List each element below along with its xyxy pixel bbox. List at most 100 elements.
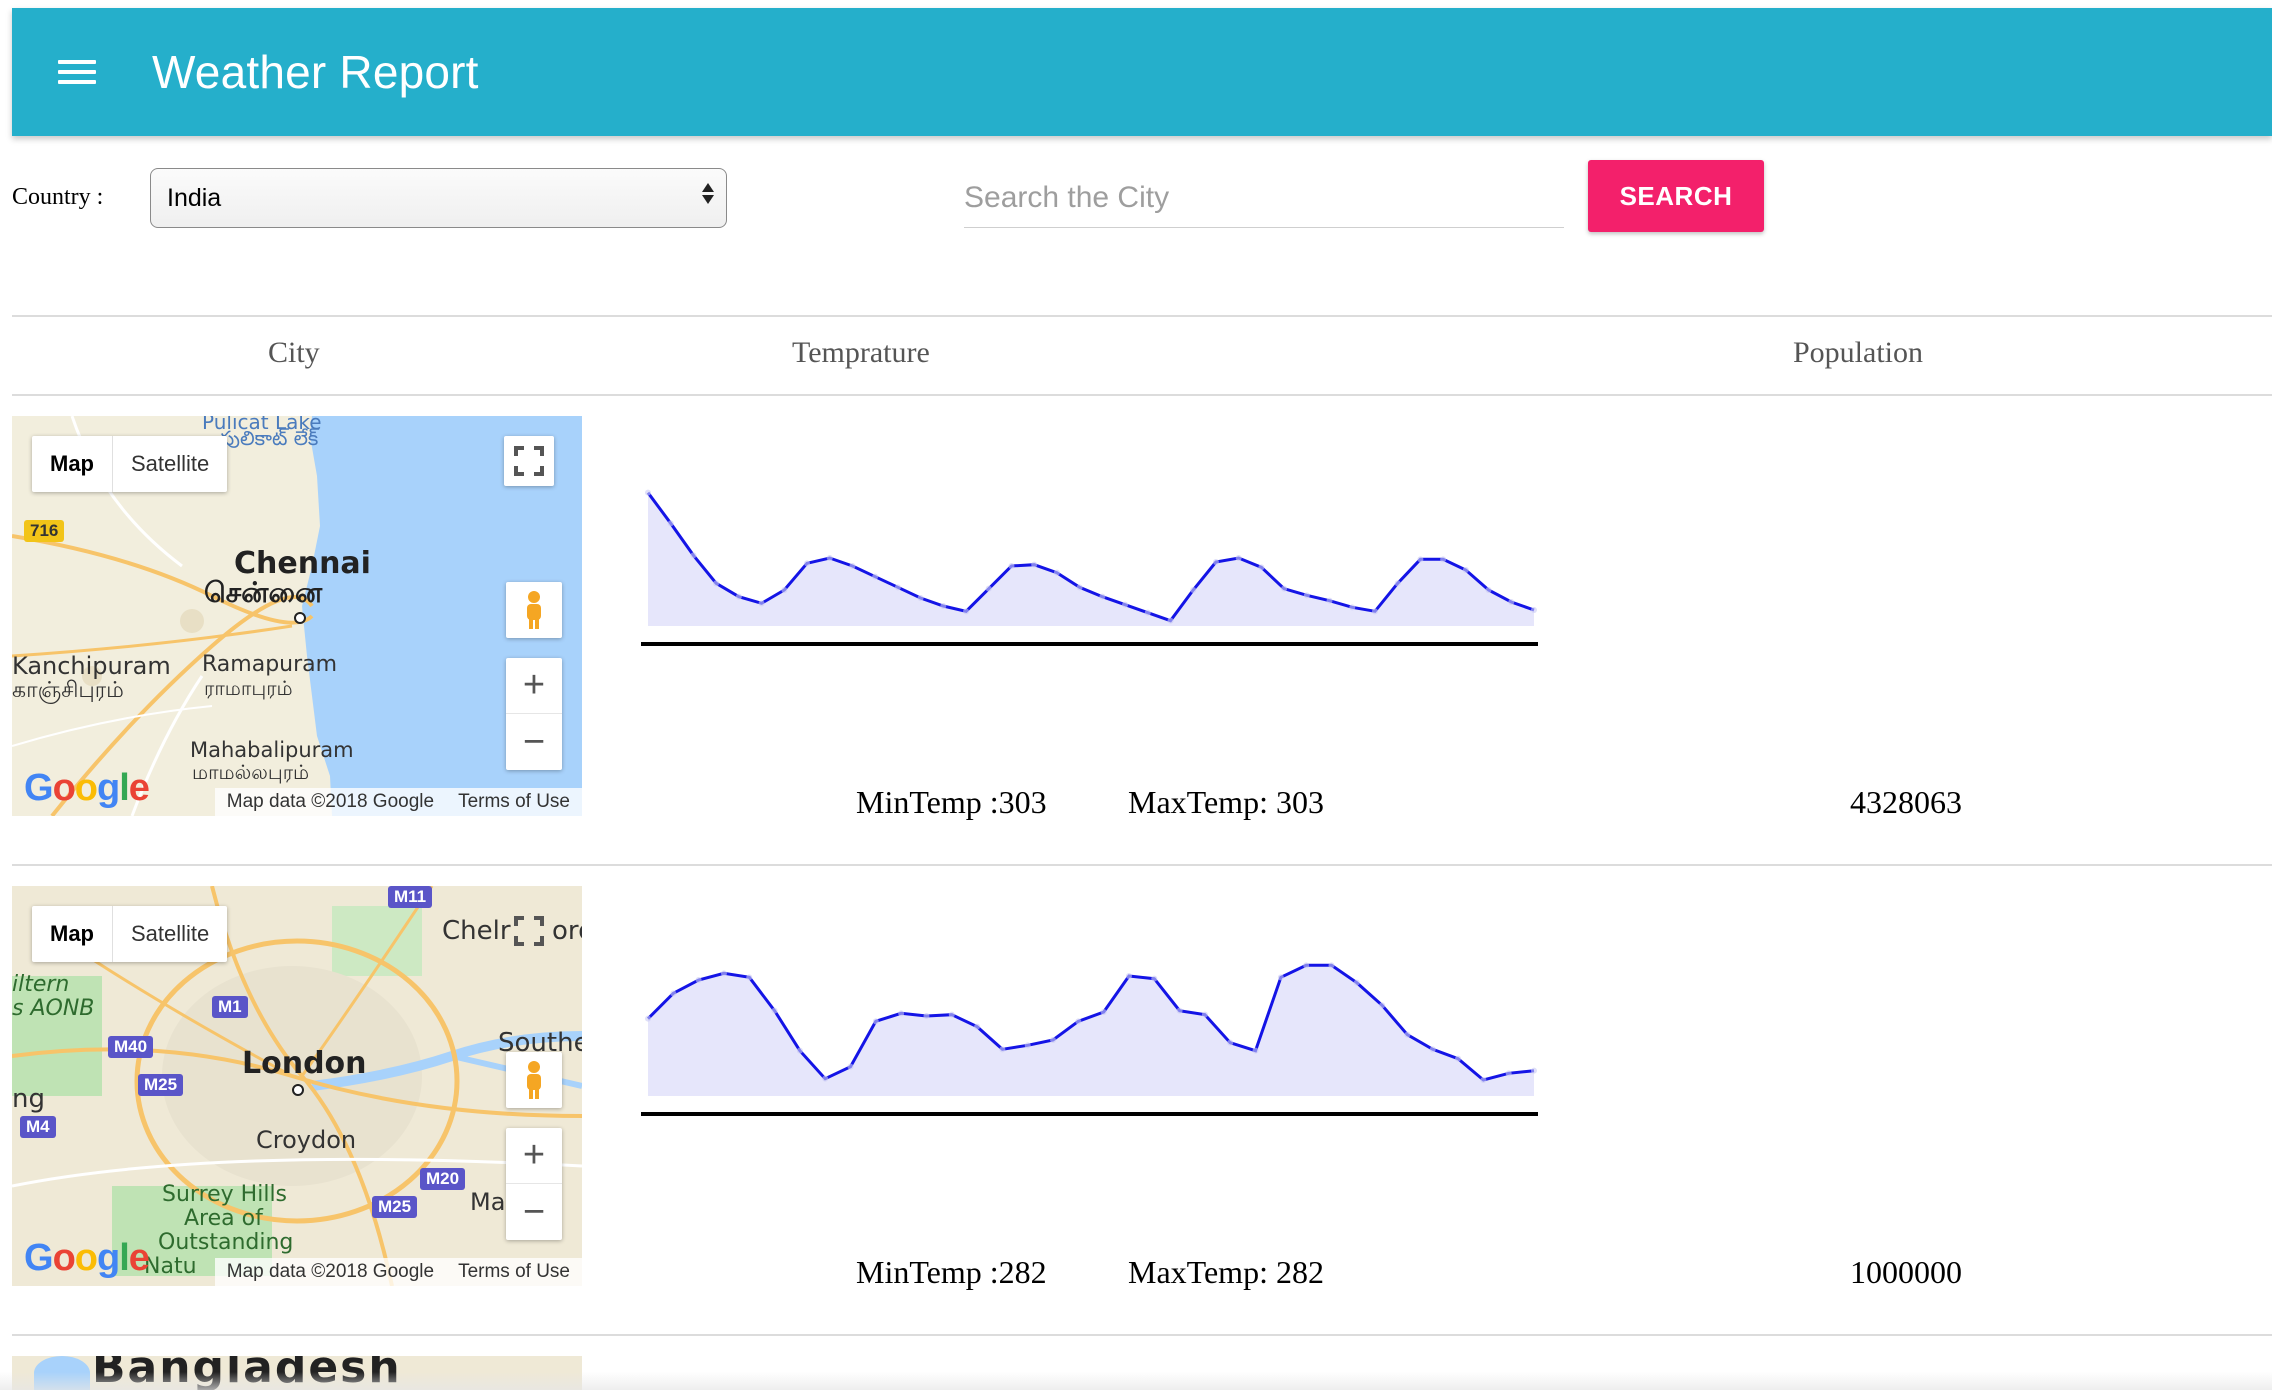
map-type-toggle[interactable]: Map Satellite [32,906,228,962]
chart-point [822,1075,829,1082]
map-label: London [242,1046,367,1081]
menu-icon[interactable] [58,54,102,90]
table-header-divider [12,394,2272,396]
zoom-controls: + − [506,1128,562,1240]
chart-point [847,1063,854,1070]
chart-point [1455,1055,1462,1062]
min-temp: MinTemp :303 [856,784,1047,820]
terms-link[interactable]: Terms of Use [446,791,582,813]
chart-point [963,608,970,615]
chart-point [1258,564,1265,571]
map-label: Kanchipuram [12,652,171,680]
road-badge: M11 [388,886,433,908]
satellite-tab[interactable]: Satellite [113,906,227,962]
zoom-controls: + − [506,658,562,770]
chart-point [1353,979,1360,986]
chart-point [1417,556,1424,563]
map-label: Area of [184,1206,263,1231]
map-label: Mahabalipuram [190,738,354,762]
chart-area [648,965,1534,1096]
map-label: Chelr [442,916,511,946]
road-badge: 716 [24,520,65,542]
app-bar: Weather Report [12,8,2272,136]
chart-point [746,974,753,981]
chart-point [1167,617,1174,624]
chart-point [1379,1002,1386,1009]
map-label: Natu [144,1254,197,1279]
chart-point [1125,973,1132,979]
road-badge: M25 [138,1074,184,1096]
fullscreen-icon[interactable] [504,906,554,956]
map-label: மாமல்லபுரம் [192,760,310,784]
search-button[interactable]: SEARCH [1588,160,1764,232]
row-divider [12,1334,2272,1336]
city-map[interactable]: Chelr ord iltern s AONB London Southe ng… [12,886,582,1286]
country-select[interactable]: India [150,168,727,228]
chart-point [917,595,924,601]
chart-point [1480,1077,1487,1083]
chart-point [713,580,720,587]
zoom-in-icon[interactable]: + [506,658,562,714]
map-label: ord [552,916,582,946]
satellite-tab[interactable]: Satellite [113,436,227,492]
zoom-out-icon[interactable]: − [506,714,562,770]
map-attribution: Map data ©2018 Google [226,791,435,812]
chart-point [781,587,788,593]
chart-point [872,573,879,580]
app-title: Weather Report [152,46,479,98]
chart-point [894,584,901,591]
chart-point [1176,1007,1183,1014]
chart-point [1053,569,1060,576]
country-select-value: India [167,183,222,212]
chart-point [1485,587,1492,593]
chart-point [735,593,742,600]
chart-point [1122,601,1129,608]
select-arrows-icon [702,183,714,204]
pegman-icon[interactable] [506,1052,562,1108]
chart-area [648,492,1534,626]
chart-point [1508,599,1515,605]
map-tab[interactable]: Map [32,436,113,492]
map-tab[interactable]: Map [32,906,113,962]
chart-point [1281,585,1288,592]
chart-point [1440,556,1447,563]
map-label: ராமாபுரம் [204,676,293,700]
chart-point [898,1010,905,1017]
terms-link[interactable]: Terms of Use [446,1261,582,1283]
chart-point [1303,592,1310,599]
table-top-divider [12,315,2272,317]
pegman-icon[interactable] [506,582,562,638]
chart-point [1531,1067,1537,1074]
city-marker [294,612,306,624]
map-label: ng [12,1084,45,1114]
population-value: 1000000 [1850,1254,1962,1290]
chart-point [1144,609,1151,616]
chart-point [1024,1042,1031,1049]
chart-point [1076,584,1083,591]
chart-point [1303,962,1310,969]
chart-point [999,1046,1006,1053]
map-label: Ma [470,1188,506,1216]
chart-point [1394,580,1401,587]
city-map[interactable]: Pulicat Lake పులికాట్ లేక్ Chennai சென்ன… [12,416,582,816]
chart-point [1227,1039,1234,1046]
chart-point [1201,1011,1208,1018]
chart-point [1462,567,1469,573]
fullscreen-icon[interactable] [504,436,554,486]
chart-point [1404,1031,1411,1038]
chart-point [720,970,727,977]
chart-point [1100,1009,1107,1015]
chart-point [923,1013,930,1019]
chart-point [1075,1018,1082,1025]
chart-point [695,977,702,983]
zoom-in-icon[interactable]: + [506,1128,562,1184]
map-type-toggle[interactable]: Map Satellite [32,436,228,492]
chart-point [1008,563,1015,569]
road-badge: M40 [108,1036,154,1058]
city-search-input[interactable] [964,168,1564,228]
chart-point [645,1015,651,1022]
max-temp: MaxTemp: 282 [1128,1254,1324,1290]
zoom-out-icon[interactable]: − [506,1184,562,1240]
temperature-chart [641,489,1538,646]
max-temp: MaxTemp: 303 [1128,784,1324,820]
